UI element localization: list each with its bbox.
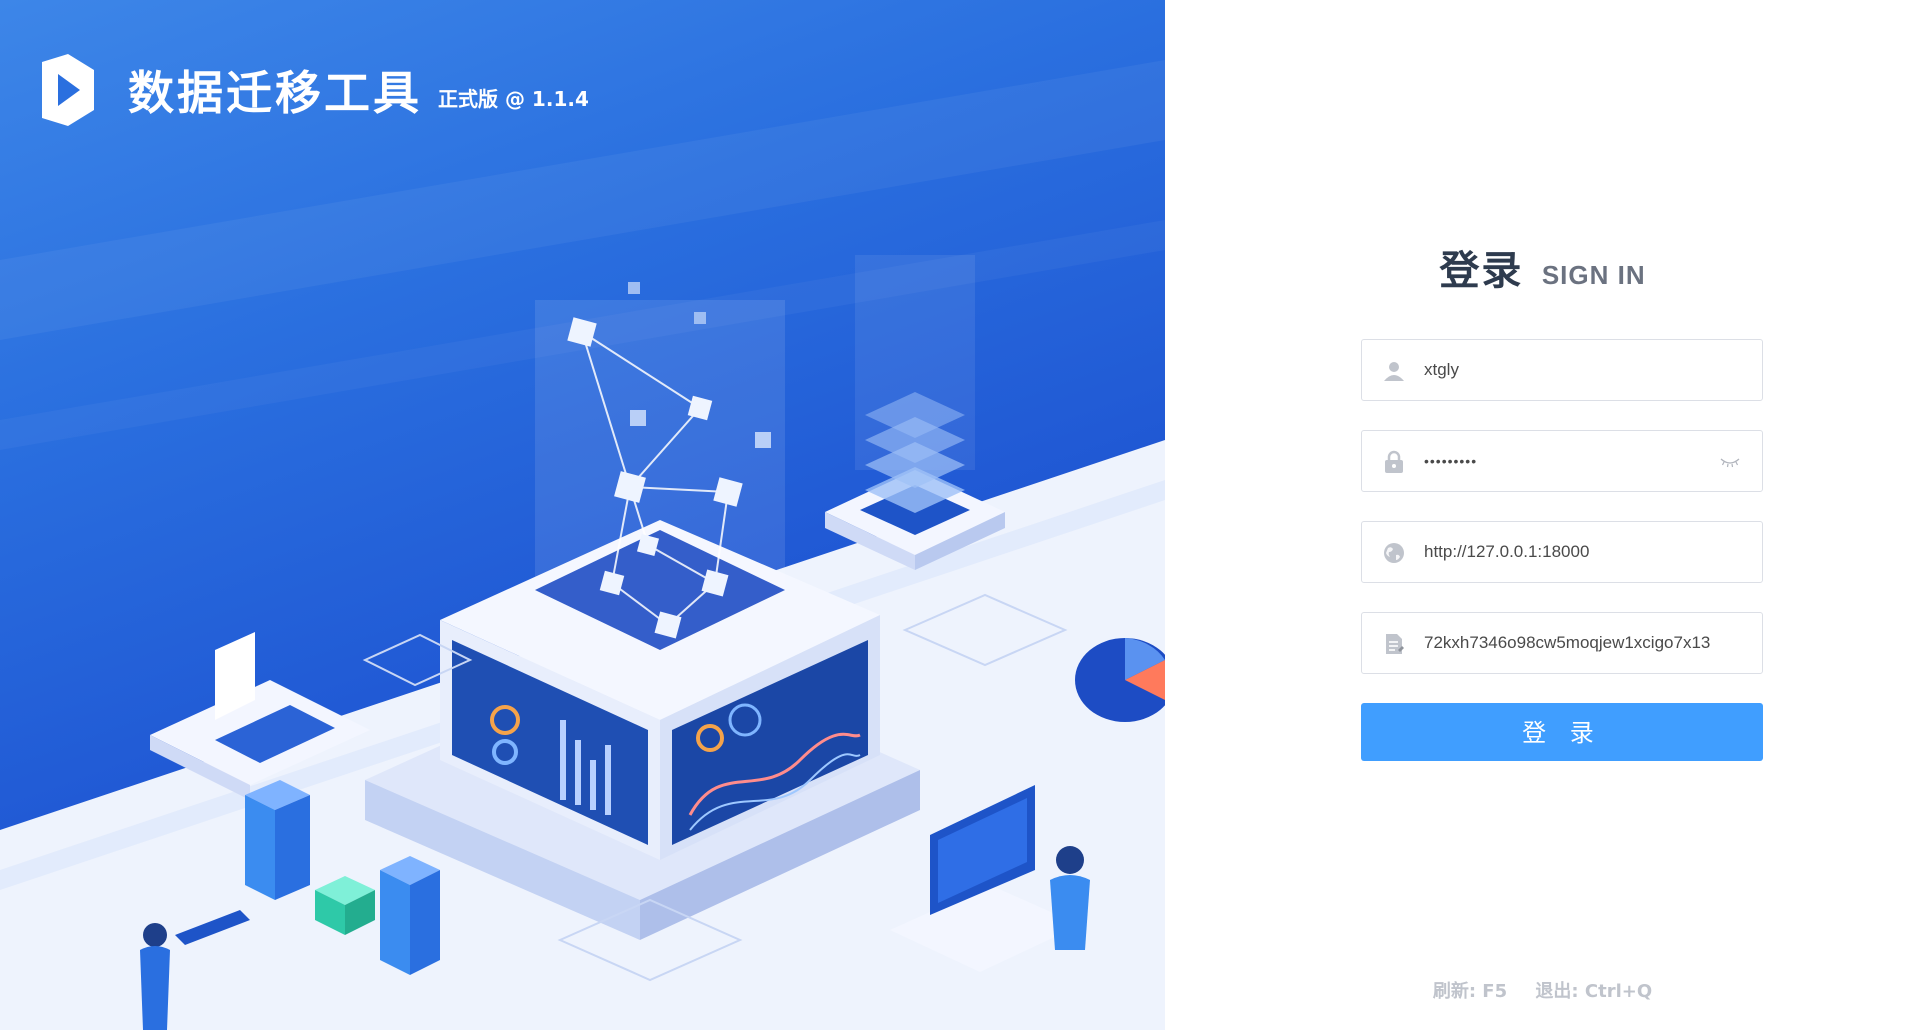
server-field[interactable]: [1361, 521, 1763, 583]
isometric-illustration: [0, 60, 1165, 1030]
lock-icon: [1385, 450, 1403, 473]
refresh-hint: 刷新: F5: [1432, 981, 1508, 1002]
username-field[interactable]: [1361, 339, 1763, 401]
app-version: 正式版 @ 1.1.4: [438, 86, 589, 111]
globe-icon: [1384, 543, 1404, 563]
password-input[interactable]: [1424, 431, 1740, 491]
shortcut-hints: 刷新: F5 退出: Ctrl+Q: [1165, 977, 1920, 1003]
brand: 数据迁移工具 正式版 @ 1.1.4: [40, 50, 589, 130]
eye-closed-icon[interactable]: [1720, 453, 1740, 469]
user-icon: [1384, 362, 1404, 381]
hero-panel: 数据迁移工具 正式版 @ 1.1.4: [0, 0, 1165, 1030]
password-field[interactable]: [1361, 430, 1763, 492]
login-panel: 登录 SIGN IN xtgly ••••••••• http://127.0.…: [1165, 0, 1920, 1030]
login-heading-cn: 登录: [1439, 248, 1524, 294]
server-input[interactable]: [1424, 522, 1740, 582]
login-button[interactable]: 登 录: [1361, 703, 1763, 761]
token-input[interactable]: [1424, 613, 1740, 673]
login-heading: 登录 SIGN IN: [1165, 238, 1920, 296]
app-title: 数据迁移工具: [128, 66, 422, 120]
exit-hint: 退出: Ctrl+Q: [1535, 981, 1653, 1002]
document-icon: [1386, 634, 1404, 654]
play-logo-icon: [42, 54, 94, 126]
login-heading-en: SIGN IN: [1541, 260, 1646, 290]
username-input[interactable]: [1424, 340, 1740, 400]
token-field[interactable]: [1361, 612, 1763, 674]
